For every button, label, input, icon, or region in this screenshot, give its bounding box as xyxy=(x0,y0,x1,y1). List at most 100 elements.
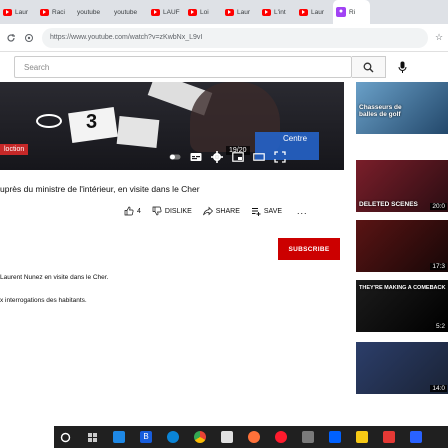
url-field[interactable]: https://www.youtube.com/watch?v=zKwbNx_L… xyxy=(42,27,428,48)
youtube-icon xyxy=(3,8,12,16)
subtitles-icon xyxy=(190,153,202,161)
fullscreen-button[interactable] xyxy=(273,150,287,164)
browser-tab[interactable]: youtube xyxy=(74,0,111,24)
recommendations-sidebar: Chasseurs de balles de golf DELETED SCEN… xyxy=(356,82,448,448)
like-count: 4 xyxy=(137,207,141,215)
taskbar-app[interactable] xyxy=(297,426,319,448)
save-label: SAVE xyxy=(263,207,283,215)
recommended-video-thumbnail[interactable]: Chasseurs de balles de golf xyxy=(356,82,448,134)
theater-mode-button[interactable] xyxy=(252,150,266,164)
miniplayer-icon xyxy=(232,152,244,162)
taskbar-app[interactable] xyxy=(405,426,427,448)
tab-label: Laur xyxy=(237,8,251,16)
taskbar-app[interactable] xyxy=(378,426,400,448)
bookmark-star-icon[interactable]: ☆ xyxy=(432,32,446,43)
recommended-video-thumbnail[interactable]: 17:3 xyxy=(356,220,448,272)
taskbar-app[interactable] xyxy=(189,426,211,448)
app-icon xyxy=(302,431,314,443)
task-view-icon xyxy=(87,432,97,442)
browser-tab[interactable]: Laur xyxy=(222,0,259,24)
taskbar-app[interactable] xyxy=(216,426,238,448)
taskbar-app[interactable] xyxy=(243,426,265,448)
youtube-icon xyxy=(262,8,271,16)
browser-tab[interactable]: Laur xyxy=(0,0,37,24)
browser-tab[interactable]: LAUF xyxy=(148,0,185,24)
subscribe-button[interactable]: SUBSCRIBE xyxy=(278,238,340,260)
app2-icon xyxy=(383,431,395,443)
save-button[interactable]: SAVE xyxy=(251,206,282,216)
subtitles-button[interactable] xyxy=(189,150,203,164)
reload-icon[interactable] xyxy=(4,31,18,45)
windows-taskbar: B xyxy=(54,426,448,448)
browser-tab[interactable]: Laur xyxy=(296,0,333,24)
search-button[interactable] xyxy=(352,56,386,78)
miniplayer-button[interactable] xyxy=(231,150,245,164)
taskbar-app[interactable] xyxy=(324,426,346,448)
taskbar-app[interactable] xyxy=(108,426,130,448)
browser-tab[interactable]: L'int xyxy=(259,0,296,24)
add-to-playlist-icon xyxy=(251,208,261,216)
video-title: uprès du ministre de l'intérieur, en vis… xyxy=(0,184,200,194)
video-badge: loction xyxy=(0,144,29,155)
video-duration: 17:3 xyxy=(430,263,447,270)
like-button[interactable]: 4 xyxy=(124,206,141,216)
fullscreen-icon xyxy=(274,151,286,163)
player-controls xyxy=(168,148,287,166)
address-bar-row: https://www.youtube.com/watch?v=zKwbNx_L… xyxy=(0,24,448,52)
taskbar-app[interactable] xyxy=(270,426,292,448)
settings-button[interactable] xyxy=(210,150,224,164)
dropbox-icon xyxy=(329,431,341,443)
video-actions: 4 DISLIKE SHARE SAVE ... xyxy=(124,204,308,218)
recommended-video-thumbnail[interactable]: DELETED SCENES 20:0 xyxy=(356,160,448,212)
youtube-masthead: Search xyxy=(0,52,448,82)
youtube-icon xyxy=(299,8,308,16)
pinned-app-icon: ● xyxy=(336,7,346,17)
edge-icon xyxy=(167,431,179,443)
dislike-button[interactable]: DISLIKE xyxy=(152,206,192,216)
recommended-video-thumbnail[interactable]: THEY'RE MAKING A COMEBACK 5:2 xyxy=(356,280,448,332)
file-explorer-icon xyxy=(113,431,125,443)
firefox-icon xyxy=(248,431,260,443)
voice-search-button[interactable] xyxy=(392,58,412,76)
thumbnail-caption: Chasseurs de balles de golf xyxy=(359,104,402,119)
browser-tab[interactable]: Raci xyxy=(37,0,74,24)
recommended-video-thumbnail[interactable]: 14:0 xyxy=(356,342,448,394)
windows-start-button[interactable] xyxy=(54,426,76,448)
tab-label: L'int xyxy=(274,8,286,16)
share-button[interactable]: SHARE xyxy=(202,206,240,216)
more-actions-button[interactable]: ... xyxy=(297,206,308,216)
video-player[interactable]: 3 Centre loction 19/20 xyxy=(0,82,344,170)
autoplay-icon xyxy=(169,154,181,160)
tab-label: youtube xyxy=(77,8,101,16)
app3-icon xyxy=(410,431,422,443)
browser-tab[interactable]: Loi xyxy=(185,0,222,24)
taskbar-app[interactable] xyxy=(162,426,184,448)
browser-tab[interactable]: youtube xyxy=(111,0,148,24)
opera-icon xyxy=(275,431,287,443)
browser-tab-active[interactable]: ● Ri xyxy=(333,0,370,24)
thumbs-down-icon xyxy=(152,206,162,216)
video-frame-detail xyxy=(36,114,62,128)
description-line: Laurent Nunez en visite dans le Cher. xyxy=(0,274,109,281)
youtube-icon xyxy=(225,8,234,16)
taskbar-app[interactable]: B xyxy=(135,426,157,448)
youtube-icon xyxy=(151,8,160,16)
site-settings-icon[interactable] xyxy=(22,31,36,45)
browser-tab-strip: Laur Raci youtube youtube LAUF Loi Laur … xyxy=(0,0,448,24)
video-duration: 20:0 xyxy=(430,203,447,210)
taskbar-app[interactable] xyxy=(351,426,373,448)
video-frame-detail xyxy=(116,115,160,149)
tab-label: Loi xyxy=(200,8,209,16)
gear-icon xyxy=(211,151,223,163)
tab-label: youtube xyxy=(114,8,138,16)
calendar-icon xyxy=(221,431,233,443)
thumbs-up-icon xyxy=(124,206,134,216)
video-duration: 5:2 xyxy=(433,323,447,330)
bitwarden-icon: B xyxy=(140,431,152,443)
youtube-icon xyxy=(188,8,197,16)
search-input[interactable]: Search xyxy=(14,56,352,78)
task-view-button[interactable] xyxy=(81,426,103,448)
windows-icon xyxy=(60,432,70,442)
autoplay-toggle[interactable] xyxy=(168,150,182,164)
share-label: SHARE xyxy=(215,207,240,215)
